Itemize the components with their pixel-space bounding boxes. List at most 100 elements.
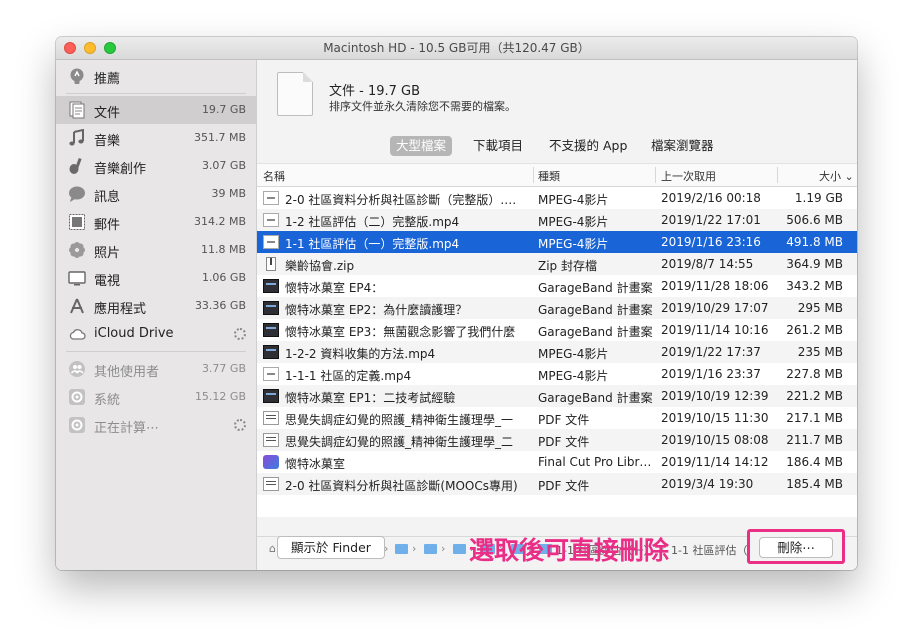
- tab-file-browser[interactable]: 檔案瀏覽器: [645, 136, 720, 156]
- table-row[interactable]: 懷特冰菓室 Final Cut Pro Library 2019/11/14 1…: [257, 451, 857, 473]
- sidebar-item-label: 正在計算⋯: [94, 421, 160, 436]
- delete-button[interactable]: 刪除⋯: [759, 537, 833, 558]
- gear-icon: [68, 388, 86, 406]
- folder-icon[interactable]: [453, 544, 466, 554]
- sidebar-item-messages[interactable]: 訊息 39 MB: [56, 180, 256, 208]
- window-title: Macintosh HD - 10.5 GB可用（共120.47 GB）: [323, 41, 590, 55]
- app-store-icon: [68, 297, 86, 315]
- table-row[interactable]: 思覺失調症幻覺的照護_精神衛生護理學_二 PDF 文件 2019/10/15 0…: [257, 429, 857, 451]
- main-panel: 文件 - 19.7 GB 排序文件並永久清除您不需要的檔案。 大型檔案 下載項目…: [257, 60, 857, 570]
- lightbulb-icon: [68, 67, 86, 85]
- messages-icon: [68, 185, 86, 203]
- column-separator: [533, 167, 534, 183]
- video-file-icon: [263, 191, 279, 205]
- zoom-window-button[interactable]: [104, 42, 116, 54]
- title-bar: Macintosh HD - 10.5 GB可用（共120.47 GB）: [56, 37, 857, 60]
- pdf-file-icon: [263, 433, 279, 447]
- column-header-name[interactable]: 名稱: [263, 168, 285, 184]
- sidebar-item-label: 推薦: [94, 72, 121, 87]
- category-description: 排序文件並永久清除您不需要的檔案。: [329, 100, 516, 113]
- sidebar-item-mail[interactable]: 郵件 314.2 MB: [56, 208, 256, 236]
- pdf-file-icon: [263, 411, 279, 425]
- storage-management-window: Macintosh HD - 10.5 GB可用（共120.47 GB） 推薦 …: [56, 37, 857, 570]
- sidebar-divider: [66, 351, 246, 352]
- sidebar-item-music[interactable]: 音樂 351.7 MB: [56, 124, 256, 152]
- pdf-file-icon: [263, 477, 279, 491]
- sidebar-item-size: 314.2 MB: [193, 215, 246, 228]
- tab-downloads[interactable]: 下載項目: [467, 136, 529, 156]
- garageband-project-icon: [263, 279, 279, 293]
- sidebar-item-size: 3.77 GB: [201, 362, 246, 375]
- table-row[interactable]: 懷特冰菓室 EP3：無菌觀念影響了我們什麼 GarageBand 計畫案 201…: [257, 319, 857, 341]
- show-in-finder-button[interactable]: 顯示於 Finder: [277, 536, 385, 559]
- sidebar-item-label: 其他使用者: [94, 365, 160, 380]
- column-header-row: 名稱 種類 上一次取用 大小 ⌄: [257, 163, 857, 187]
- tab-large-files[interactable]: 大型檔案: [390, 136, 453, 156]
- sidebar-item-other-users[interactable]: 其他使用者 3.77 GB: [56, 355, 256, 383]
- mail-stamp-icon: [68, 213, 86, 231]
- sidebar-item-size: 19.7 GB: [201, 103, 246, 116]
- table-row[interactable]: 1-1-1 社區的定義.mp4 MPEG-4影片 2019/1/16 23:37…: [257, 363, 857, 385]
- column-header-size[interactable]: 大小 ⌄: [819, 168, 854, 184]
- sidebar-item-music-creation[interactable]: 音樂創作 3.07 GB: [56, 152, 256, 180]
- sidebar-item-size: 3.07 GB: [201, 159, 246, 172]
- close-window-button[interactable]: [64, 42, 76, 54]
- table-row-selected[interactable]: 1-1 社區評估（一）完整版.mp4 MPEG-4影片 2019/1/16 23…: [257, 231, 857, 253]
- table-row[interactable]: 1-2-2 資料收集的方法.mp4 MPEG-4影片 2019/1/22 17:…: [257, 341, 857, 363]
- sidebar-divider: [66, 93, 246, 94]
- sidebar-item-label: 音樂創作: [94, 162, 147, 177]
- sidebar-item-documents[interactable]: 文件 19.7 GB: [56, 96, 256, 124]
- garageband-project-icon: [263, 301, 279, 315]
- sidebar-item-label: 電視: [94, 274, 121, 289]
- document-file-icon: [277, 72, 313, 116]
- sidebar-item-label: 系統: [94, 393, 121, 408]
- sidebar-item-system[interactable]: 系統 15.12 GB: [56, 383, 256, 411]
- column-separator: [655, 167, 656, 183]
- zip-archive-icon: [266, 257, 276, 271]
- sort-descending-chevron-icon: ⌄: [844, 170, 854, 183]
- table-row[interactable]: 懷特冰菓室 EP1：二技考試經驗 GarageBand 計畫案 2019/10/…: [257, 385, 857, 407]
- sidebar-item-size: 15.12 GB: [194, 390, 246, 403]
- table-row[interactable]: 樂齡協會.zip Zip 封存檔 2019/8/7 14:55 364.9 MB: [257, 253, 857, 275]
- sidebar-item-size: 39 MB: [211, 187, 246, 200]
- file-list: 2-0 社區資料分析與社區診斷（完整版）.mp4 MPEG-4影片 2019/2…: [257, 187, 857, 517]
- sidebar-item-applications[interactable]: 應用程式 33.36 GB: [56, 292, 256, 320]
- path-separator-icon: ›: [441, 542, 446, 555]
- final-cut-library-icon: [263, 455, 279, 469]
- sidebar-item-label: 文件: [94, 106, 121, 121]
- column-separator: [777, 167, 778, 183]
- gear-icon: [68, 416, 86, 434]
- table-row[interactable]: 懷特冰菓室 EP2：為什麼讀護理？ GarageBand 計畫案 2019/10…: [257, 297, 857, 319]
- cloud-icon: [68, 325, 86, 343]
- sidebar-item-label: 照片: [94, 246, 121, 261]
- sidebar-item-size: 33.36 GB: [194, 299, 246, 312]
- sidebar-item-tv[interactable]: 電視 1.06 GB: [56, 264, 256, 292]
- table-row[interactable]: 1-2 社區評估（二）完整版.mp4 MPEG-4影片 2019/1/22 17…: [257, 209, 857, 231]
- sidebar-item-recommendations[interactable]: 推薦: [56, 62, 256, 90]
- sidebar-item-label: 音樂: [94, 134, 121, 149]
- category-title: 文件 - 19.7 GB: [329, 84, 421, 99]
- tab-unsupported-apps[interactable]: 不支援的 App: [543, 136, 633, 156]
- annotation-callout: 選取後可直接刪除: [469, 536, 670, 565]
- table-row[interactable]: 懷特冰菓室 EP4： GarageBand 計畫案 2019/11/28 18:…: [257, 275, 857, 297]
- sidebar-item-photos[interactable]: 照片 11.8 MB: [56, 236, 256, 264]
- sidebar-item-size: 1.06 GB: [201, 271, 246, 284]
- sidebar-item-icloud-drive[interactable]: iCloud Drive: [56, 320, 256, 348]
- delete-button-highlight: 刪除⋯: [747, 529, 845, 564]
- photos-flower-icon: [68, 241, 86, 259]
- column-header-kind[interactable]: 種類: [538, 168, 560, 184]
- folder-icon[interactable]: [424, 544, 437, 554]
- garageband-project-icon: [263, 323, 279, 337]
- folder-icon[interactable]: [395, 544, 408, 554]
- video-file-icon: [263, 235, 279, 249]
- table-row[interactable]: 2-0 社區資料分析與社區診斷(MOOCs專用) PDF 文件 2019/3/4…: [257, 473, 857, 495]
- sidebar-item-label: 郵件: [94, 218, 121, 233]
- table-row[interactable]: 2-0 社區資料分析與社區診斷（完整版）.mp4 MPEG-4影片 2019/2…: [257, 187, 857, 209]
- column-header-last-used[interactable]: 上一次取用: [661, 168, 716, 184]
- music-note-icon: [68, 129, 86, 147]
- minimize-window-button[interactable]: [84, 42, 96, 54]
- table-row[interactable]: 思覺失調症幻覺的照護_精神衛生護理學_一 PDF 文件 2019/10/15 1…: [257, 407, 857, 429]
- sidebar-item-size: 11.8 MB: [200, 243, 246, 256]
- sidebar-item-calculating[interactable]: 正在計算⋯: [56, 411, 256, 439]
- sidebar-item-label: 訊息: [94, 190, 121, 205]
